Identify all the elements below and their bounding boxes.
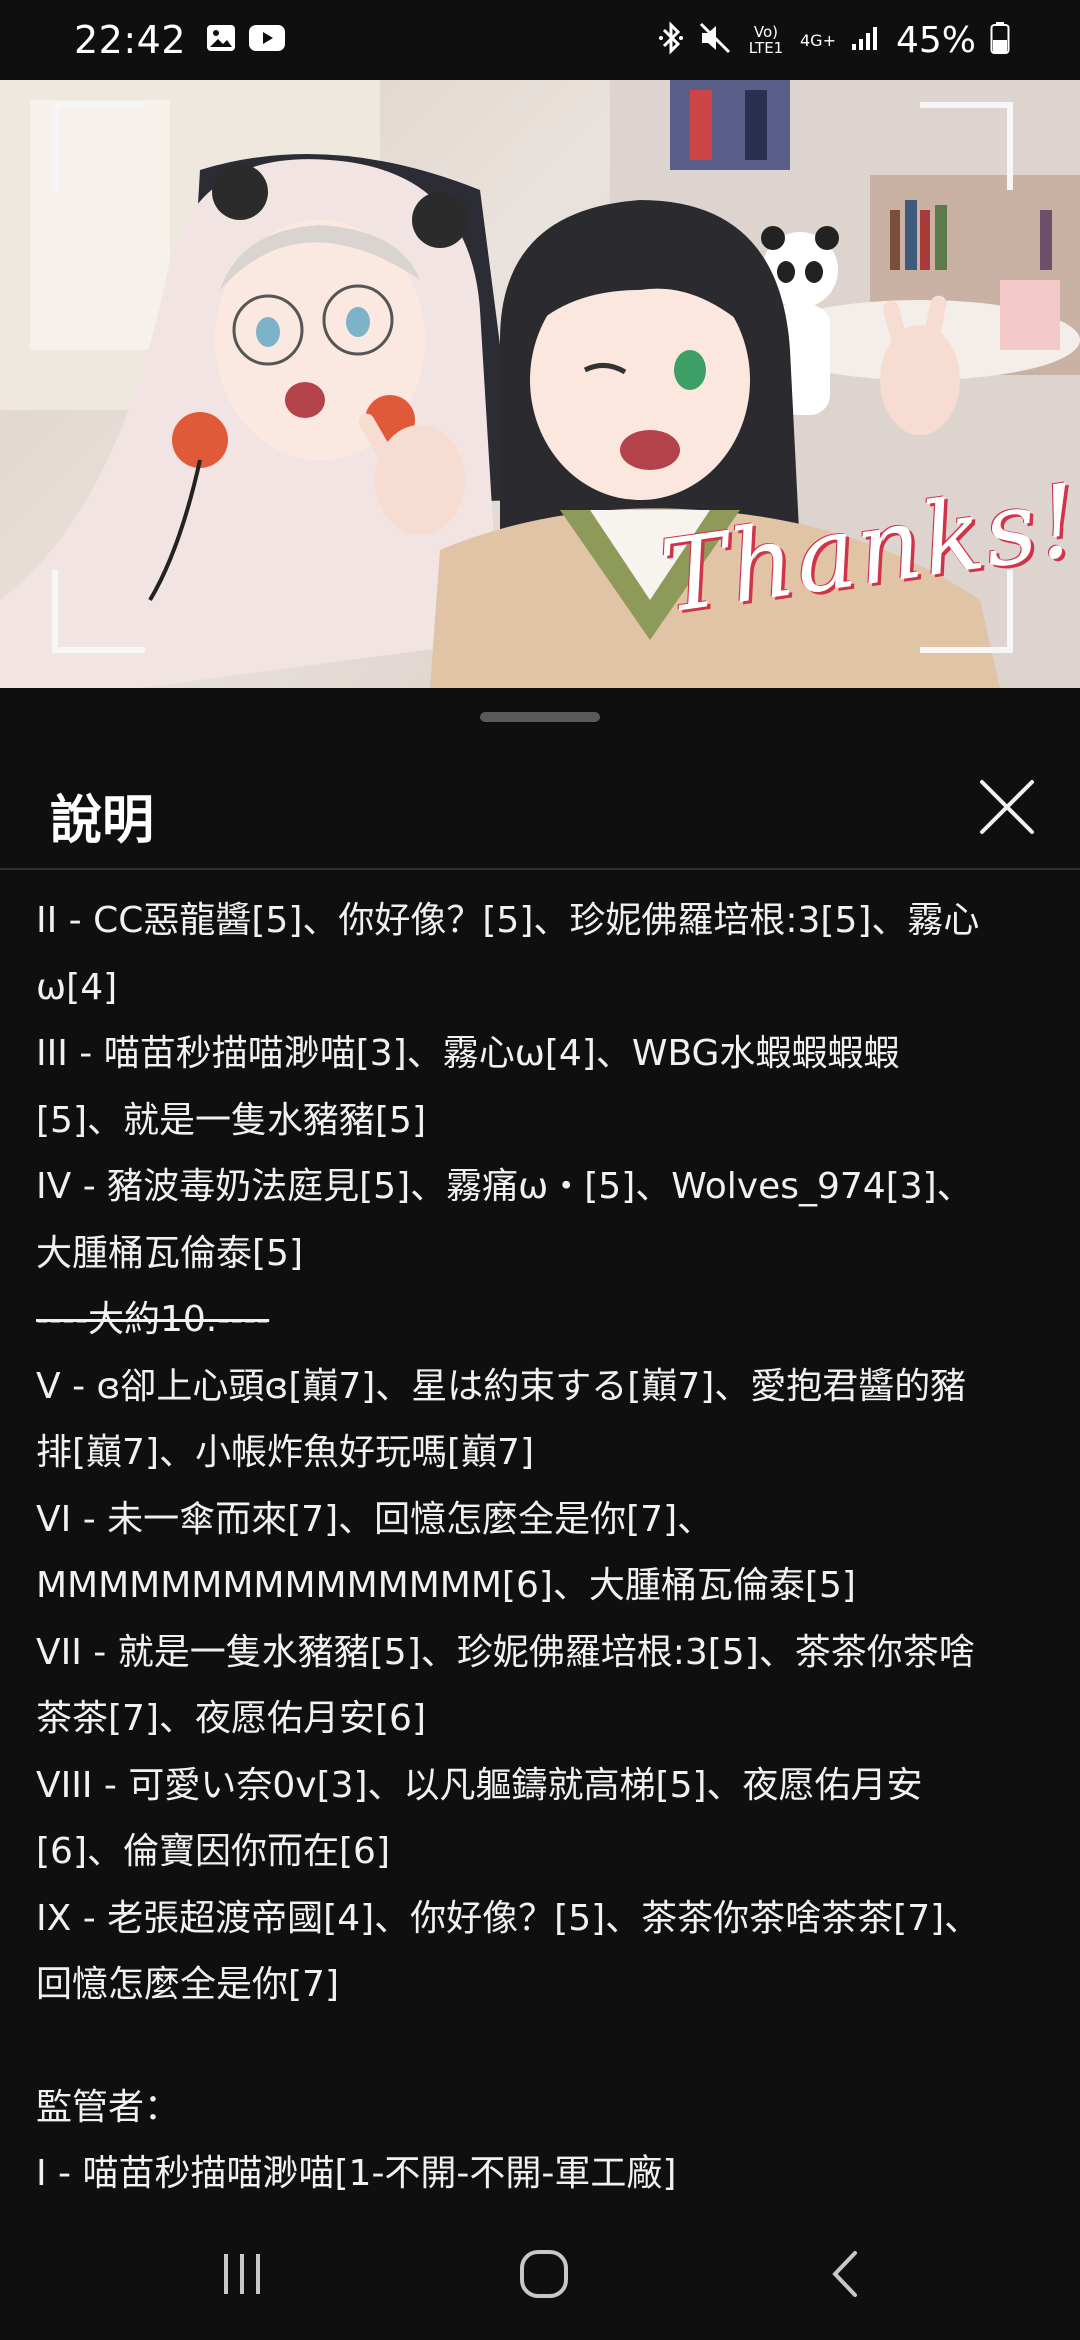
- description-line: [6]、倫寶因你而在[6]: [36, 1831, 390, 1872]
- status-time: 22:42: [74, 18, 187, 62]
- description-line-strikethrough: ----大約10.----: [36, 1299, 270, 1340]
- description-line: V - ɞ卻上心頭ɞ[巔7]、星は約束する[巔7]、愛抱君醬的豬: [36, 1365, 967, 1407]
- description-line: VII - 就是一隻水豬豬[5]、珍妮佛羅培根:3[5]、茶茶你茶啥: [36, 1631, 975, 1673]
- youtube-icon: [248, 24, 286, 56]
- home-button[interactable]: [504, 2234, 584, 2314]
- home-icon: [520, 2250, 568, 2298]
- status-bar: 22:42 Vo) LTE1 4G+ 45%: [0, 0, 1080, 80]
- description-line: VIII - 可愛い奈0v[3]、以凡軀鑄就高梯[5]、夜愿佑月安: [36, 1764, 923, 1806]
- description-sheet: 說明 II - CC惡龍醬[5]、你好像？[5]、珍妮佛羅培根:3[5]、霧心 …: [0, 688, 1080, 2208]
- 4g-icon: 4G+: [800, 31, 836, 50]
- close-button[interactable]: [970, 770, 1044, 844]
- description-line: [5]、就是一隻水豬豬[5]: [36, 1099, 426, 1141]
- mute-icon: [698, 21, 732, 59]
- signal-icon: [850, 24, 882, 56]
- description-blank-line: [36, 2019, 1056, 2075]
- sheet-title: 說明: [50, 791, 155, 851]
- description-line: 排[巔7]、小帳炸魚好玩嗎[巔7]: [36, 1432, 534, 1473]
- back-button[interactable]: [806, 2234, 886, 2314]
- battery-percent: 45%: [895, 19, 976, 61]
- system-nav-bar: [0, 2208, 1080, 2340]
- gallery-icon: [206, 24, 236, 56]
- video-player[interactable]: Thanks! 2023: [0, 80, 1080, 688]
- network-label: 4G+: [799, 30, 836, 50]
- description-line: II - CC惡龍醬[5]、你好像？[5]、珍妮佛羅培根:3[5]、霧心: [36, 900, 980, 941]
- volte-label: Vo) LTE1: [748, 23, 784, 57]
- description-line: MMMMMMMMMMMMMMM[6]、大腫桶瓦倫泰[5]: [36, 1565, 856, 1606]
- description-line: IX - 老張超渡帝國[4]、你好像？[5]、茶茶你茶啥茶茶[7]、: [36, 1897, 981, 1939]
- bluetooth-icon: [658, 21, 684, 59]
- battery-icon: [990, 21, 1010, 59]
- recent-apps-button[interactable]: [202, 2234, 282, 2314]
- description-text: II - CC惡龍醬[5]、你好像？[5]、珍妮佛羅培根:3[5]、霧心 ω[4…: [36, 888, 1056, 2208]
- close-icon: [980, 780, 1034, 834]
- drag-handle[interactable]: [480, 712, 600, 722]
- volte-icon: Vo) LTE1: [746, 24, 786, 56]
- recent-apps-icon: [224, 2254, 260, 2294]
- description-line: 大腫桶瓦倫泰[5]: [36, 1232, 303, 1274]
- back-icon: [832, 2251, 857, 2297]
- description-line: 回憶怎麼全是你[7]: [36, 1964, 339, 2005]
- description-line: IV - 豬波毒奶法庭見[5]、霧痛ω・[5]、Wolves_974[3]、: [36, 1166, 973, 1207]
- description-line: VI - 未一傘而來[7]、回憶怎麼全是你[7]、: [36, 1498, 714, 1540]
- description-line: III - 喵苗秒描喵渺喵[3]、霧心ω[4]、WBG水蝦蝦蝦蝦: [36, 1033, 900, 1074]
- description-line: ω[4]: [36, 966, 118, 1008]
- sheet-header: 說明: [0, 748, 1080, 870]
- description-line: I - 喵苗秒描喵渺喵[1-不開-不開-軍工廠]: [36, 2153, 677, 2194]
- description-line: 監管者：: [36, 2086, 181, 2128]
- description-line: 茶茶[7]、夜愿佑月安[6]: [36, 1698, 426, 1739]
